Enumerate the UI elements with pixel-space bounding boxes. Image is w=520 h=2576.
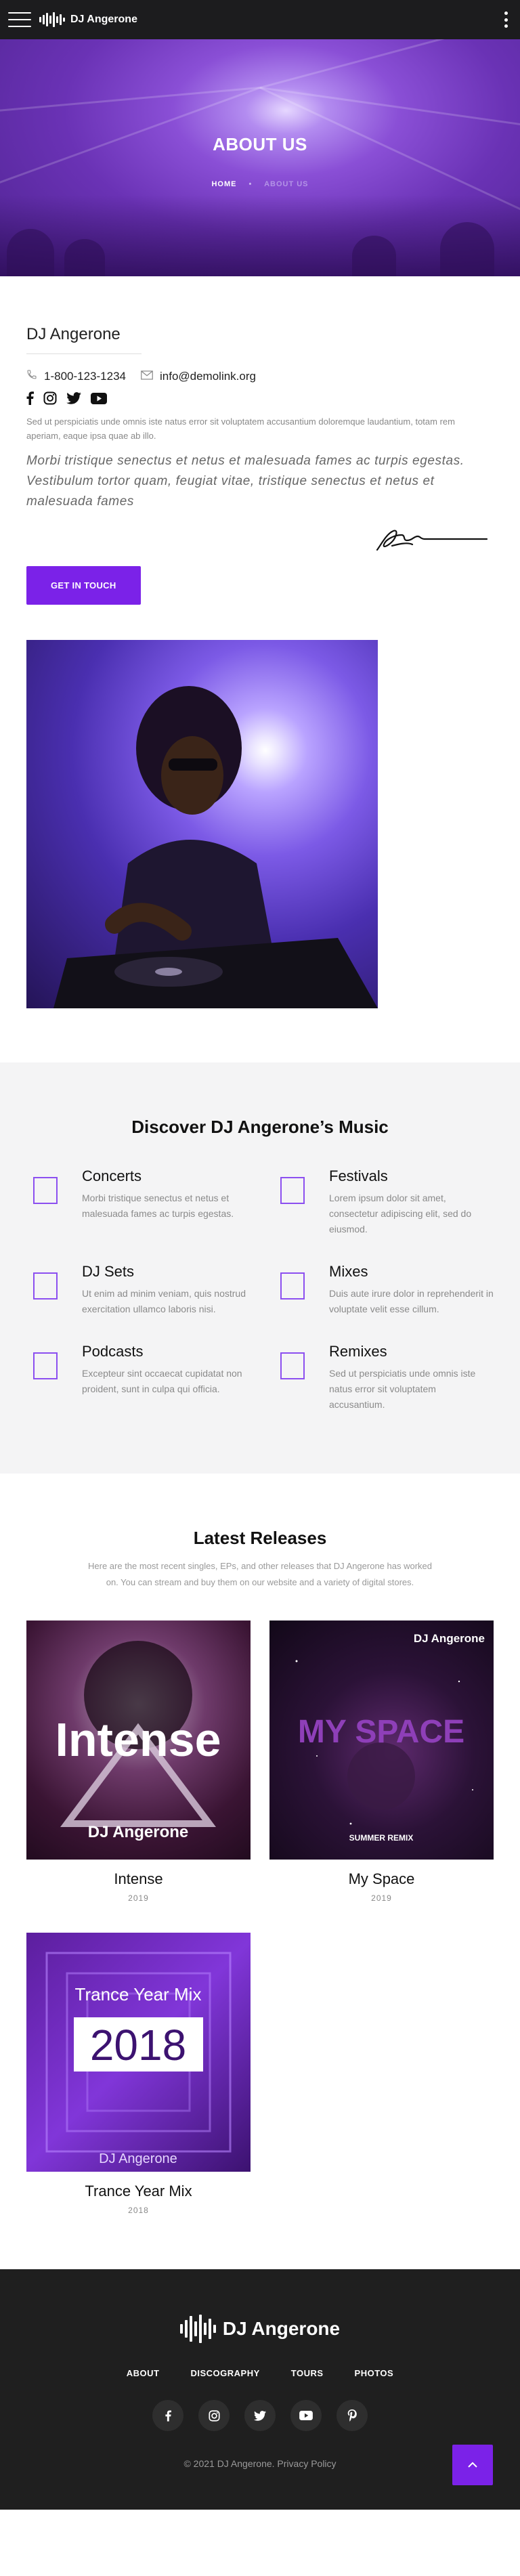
feature-concerts: Concerts Morbi tristique senectus et netu… <box>26 1167 246 1237</box>
footer-social-links <box>26 2400 494 2431</box>
feature-dj-sets: DJ Sets Ut enim ad minim veniam, quis nos… <box>26 1263 246 1317</box>
site-footer: DJ Angerone ABOUT DISCOGRAPHY TOURS PHOT… <box>0 2269 520 2510</box>
page-title: ABOUT US <box>213 134 307 154</box>
releases-subtitle: Here are the most recent singles, EPs, a… <box>88 1561 432 1587</box>
social-links <box>26 391 494 405</box>
feature-title: Festivals <box>329 1167 388 1184</box>
footer-nav: ABOUT DISCOGRAPHY TOURS PHOTOS <box>26 2368 494 2378</box>
footer-brand-name: DJ Angerone <box>222 2318 341 2339</box>
breadcrumb-current: ABOUT US <box>264 180 309 188</box>
footer-brand-logo[interactable]: DJ Angerone <box>26 2314 494 2344</box>
feature-title: Podcasts <box>82 1343 144 1360</box>
square-icon <box>33 1177 58 1204</box>
quote-paragraph: Morbi tristique senectus et netus et mal… <box>26 454 464 509</box>
chevron-up-icon <box>468 2459 477 2471</box>
release-year: 2018 <box>128 2206 149 2215</box>
album-cover-intense[interactable]: Intense DJ Angerone <box>26 1620 251 1860</box>
releases-grid: Intense DJ Angerone Intense 2019 DJ Ange… <box>26 1620 494 2215</box>
hamburger-menu-icon[interactable] <box>8 12 31 27</box>
feature-title: Remixes <box>329 1343 387 1360</box>
breadcrumb: HOME • ABOUT US <box>0 180 520 188</box>
top-navbar: DJ Angerone <box>0 0 520 39</box>
discover-music-section: Discover DJ Angerone’s Music Concerts Mor… <box>0 1062 520 1474</box>
album-cover-my-space[interactable]: DJ Angerone MY SPACE SUMMER REMIX <box>269 1620 494 1860</box>
discover-heading: Discover DJ Angerone’s Music <box>131 1117 389 1137</box>
feature-text: Morbi tristique senectus et netus et mal… <box>82 1193 234 1219</box>
intro-paragraph: Sed ut perspiciatis unde omnis iste natu… <box>26 416 455 441</box>
square-icon <box>280 1272 305 1300</box>
artist-name-heading: DJ Angerone <box>26 325 121 343</box>
brand-logo[interactable]: DJ Angerone <box>39 12 137 27</box>
footer-link-photos[interactable]: PHOTOS <box>355 2368 394 2378</box>
square-icon <box>280 1352 305 1379</box>
breadcrumb-separator: • <box>248 180 253 188</box>
release-year: 2019 <box>128 1893 149 1903</box>
footer-link-about[interactable]: ABOUT <box>127 2368 160 2378</box>
feature-text: Duis aute irure dolor in reprehenderit i… <box>329 1288 494 1314</box>
footer-link-tours[interactable]: TOURS <box>291 2368 324 2378</box>
release-title[interactable]: Intense <box>26 1870 251 1888</box>
envelope-icon <box>141 370 153 383</box>
feature-text: Ut enim ad minim veniam, quis nostrud ex… <box>82 1288 246 1314</box>
instagram-icon[interactable] <box>198 2400 230 2431</box>
cover-word: MY SPACE <box>298 1714 464 1750</box>
page-hero-banner: ABOUT US HOME • ABOUT US <box>0 39 520 276</box>
release-card[interactable]: DJ Angerone MY SPACE SUMMER REMIX My Spa… <box>269 1620 494 1903</box>
latest-releases-section: Latest Releases Here are the most recent… <box>0 1474 520 2269</box>
feature-podcasts: Podcasts Excepteur sint occaecat cupidata… <box>26 1343 246 1413</box>
cover-tag: SUMMER REMIX <box>349 1833 414 1843</box>
breadcrumb-home-link[interactable]: HOME <box>211 180 236 188</box>
cover-word: Trance Year Mix <box>75 1984 202 2004</box>
facebook-icon[interactable] <box>26 391 34 405</box>
more-vertical-icon[interactable] <box>504 12 508 28</box>
release-title[interactable]: Trance Year Mix <box>26 2183 251 2200</box>
releases-heading: Latest Releases <box>193 1528 327 1548</box>
footer-link-discography[interactable]: DISCOGRAPHY <box>190 2368 259 2378</box>
signature-image <box>26 519 494 559</box>
cover-word: Intense <box>55 1713 221 1766</box>
release-title[interactable]: My Space <box>269 1870 494 1888</box>
pinterest-icon[interactable] <box>337 2400 368 2431</box>
instagram-icon[interactable] <box>43 391 57 405</box>
feature-remixes: Remixes Sed ut perspiciatis unde omnis is… <box>274 1343 494 1413</box>
divider <box>26 353 142 354</box>
youtube-icon[interactable] <box>290 2400 322 2431</box>
phone-link[interactable]: 1-800-123-1234 <box>44 370 126 383</box>
email-link[interactable]: info@demolink.org <box>160 370 256 383</box>
soundwave-logo-icon <box>179 2314 216 2344</box>
cover-artist: DJ Angerone <box>414 1632 485 1645</box>
copyright-text: © 2021 DJ Angerone. Privacy Policy <box>183 2458 337 2469</box>
feature-title: DJ Sets <box>82 1263 135 1280</box>
cover-artist: DJ Angerone <box>88 1823 188 1841</box>
contact-row: 1-800-123-1234 info@demolink.org <box>26 369 494 383</box>
dj-portrait-image <box>26 640 378 1008</box>
feature-text: Lorem ipsum dolor sit amet, consectetur … <box>329 1193 472 1235</box>
feature-festivals: Festivals Lorem ipsum dolor sit amet, con… <box>274 1167 494 1237</box>
feature-title: Concerts <box>82 1167 142 1184</box>
feature-text: Sed ut perspiciatis unde omnis iste natu… <box>329 1368 476 1410</box>
soundwave-logo-icon <box>39 12 65 27</box>
release-card[interactable]: Intense DJ Angerone Intense 2019 <box>26 1620 251 1903</box>
about-section: DJ Angerone 1-800-123-1234 info@demolink… <box>0 276 520 1062</box>
get-in-touch-button[interactable]: GET IN TOUCH <box>26 566 141 605</box>
brand-name: DJ Angerone <box>70 14 137 25</box>
album-cover-trance-year-mix[interactable]: Trance Year Mix 2018 DJ Angerone <box>26 1933 251 2172</box>
release-card[interactable]: Trance Year Mix 2018 DJ Angerone Trance … <box>26 1933 251 2215</box>
twitter-icon[interactable] <box>66 392 81 404</box>
feature-mixes: Mixes Duis aute irure dolor in reprehende… <box>274 1263 494 1317</box>
facebook-icon[interactable] <box>152 2400 183 2431</box>
back-to-top-button[interactable] <box>452 2445 493 2485</box>
feature-title: Mixes <box>329 1263 368 1280</box>
cover-number: 2018 <box>90 2021 186 2069</box>
twitter-icon[interactable] <box>244 2400 276 2431</box>
square-icon <box>33 1272 58 1300</box>
cover-artist: DJ Angerone <box>99 2151 177 2166</box>
features-grid: Concerts Morbi tristique senectus et netu… <box>26 1167 494 1413</box>
phone-icon <box>26 369 37 383</box>
feature-text: Excepteur sint occaecat cupidatat non pr… <box>82 1368 242 1394</box>
release-year: 2019 <box>371 1893 392 1903</box>
square-icon <box>280 1177 305 1204</box>
youtube-icon[interactable] <box>91 392 107 404</box>
square-icon <box>33 1352 58 1379</box>
